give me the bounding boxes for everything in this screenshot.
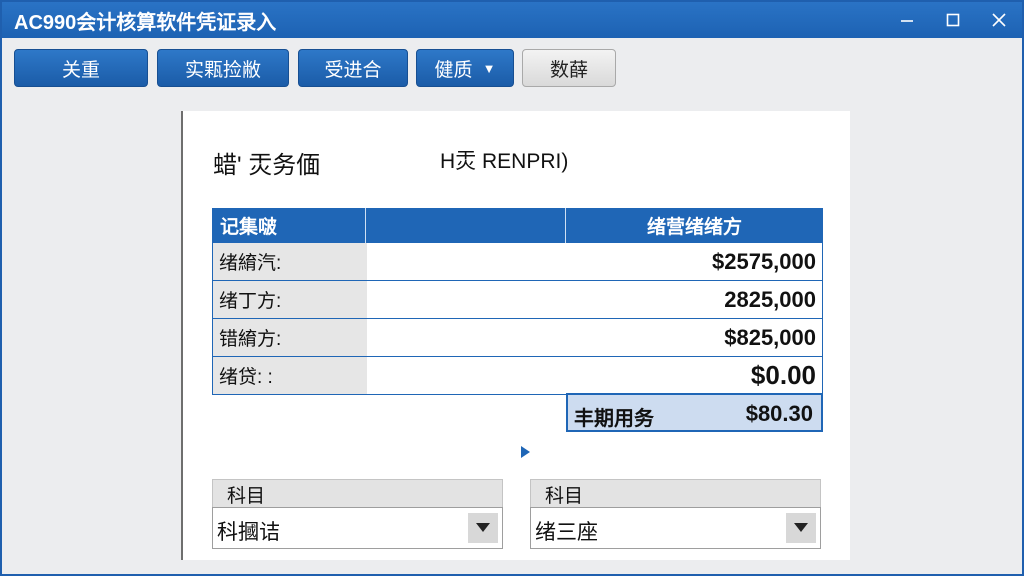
toolbar-button-2[interactable]: 实㼫捡敝 (157, 49, 289, 87)
table-row[interactable]: 错䋭方: $825,000 (212, 319, 823, 357)
toolbar-button-3[interactable]: 受进合 (298, 49, 408, 87)
summary-label: 丰期用务 (574, 408, 654, 430)
toolbar-button-1-label: 关重 (61, 59, 100, 81)
toolbar-button-4-label: 健质 (434, 59, 473, 81)
title-bar: AC990会计核算软件凭证录入 (2, 2, 1022, 38)
row-value: 2825,000 (724, 286, 816, 312)
table-row[interactable]: 绪丁方: 2825,000 (212, 281, 823, 319)
close-icon (992, 13, 1006, 27)
summary-value: $80.30 (745, 401, 813, 426)
play-arrow-icon (521, 446, 530, 458)
table-row[interactable]: 绪䋭汽: $2575,000 (212, 243, 823, 281)
minimize-button[interactable] (884, 2, 930, 38)
maximize-icon (946, 13, 960, 27)
voucher-header-right: H㶣 RENPRI) (440, 150, 569, 173)
table-header: 记集啵 绪营绪绪方 (212, 208, 823, 243)
table-row[interactable]: 绪贷: : $0.00 (212, 357, 823, 395)
toolbar-button-5-label: 数薛 (549, 59, 588, 81)
column-header-2 (366, 208, 566, 243)
maximize-button[interactable] (930, 2, 976, 38)
combo-tab-label: 科目 (530, 479, 821, 509)
close-button[interactable] (976, 2, 1022, 38)
chevron-down-icon[interactable] (786, 513, 816, 543)
row-label: 绪丁方: (213, 281, 367, 318)
window-title: AC990会计核算软件凭证录入 (14, 11, 277, 34)
toolbar-button-2-label: 实㼫捡敝 (184, 59, 261, 81)
row-label: 绪贷: : (213, 357, 367, 394)
voucher-header-left: 蜡' 㶣务偭 (213, 152, 321, 179)
toolbar-button-3-label: 受进合 (324, 59, 382, 81)
summary-cell: 丰期用务 $80.30 (566, 393, 823, 432)
account-select-2[interactable]: 绪三座 (530, 507, 821, 549)
account-select-1[interactable]: 科摑诘 (212, 507, 503, 549)
toolbar-dropdown-button[interactable]: 健质 ▼ (416, 49, 514, 87)
voucher-panel: 蜡' 㶣务偭 H㶣 RENPRI) 记集啵 绪营绪绪方 绪䋭汽: $2575,0… (181, 111, 850, 560)
row-value: $825,000 (724, 324, 816, 350)
combo-tab-label: 科目 (212, 479, 503, 509)
row-value: $0.00 (750, 360, 816, 390)
minimize-icon (901, 20, 913, 22)
chevron-down-icon[interactable] (468, 513, 498, 543)
combo-value: 科摑诘 (217, 521, 280, 544)
row-label: 错䋭方: (213, 319, 367, 356)
chevron-down-icon: ▼ (482, 60, 496, 76)
app-window: AC990会计核算软件凭证录入 关重 实㼫捡敝 受进合 健质 ▼ 数薛 蜡' 㶣… (0, 0, 1024, 576)
toolbar-button-1[interactable]: 关重 (14, 49, 148, 87)
column-header-1: 记集啵 (212, 208, 366, 243)
row-value: $2575,000 (712, 248, 816, 274)
row-label: 绪䋭汽: (213, 243, 367, 280)
combo-value: 绪三座 (535, 521, 598, 544)
column-header-3: 绪营绪绪方 (646, 217, 742, 238)
toolbar-button-5[interactable]: 数薛 (522, 49, 616, 87)
